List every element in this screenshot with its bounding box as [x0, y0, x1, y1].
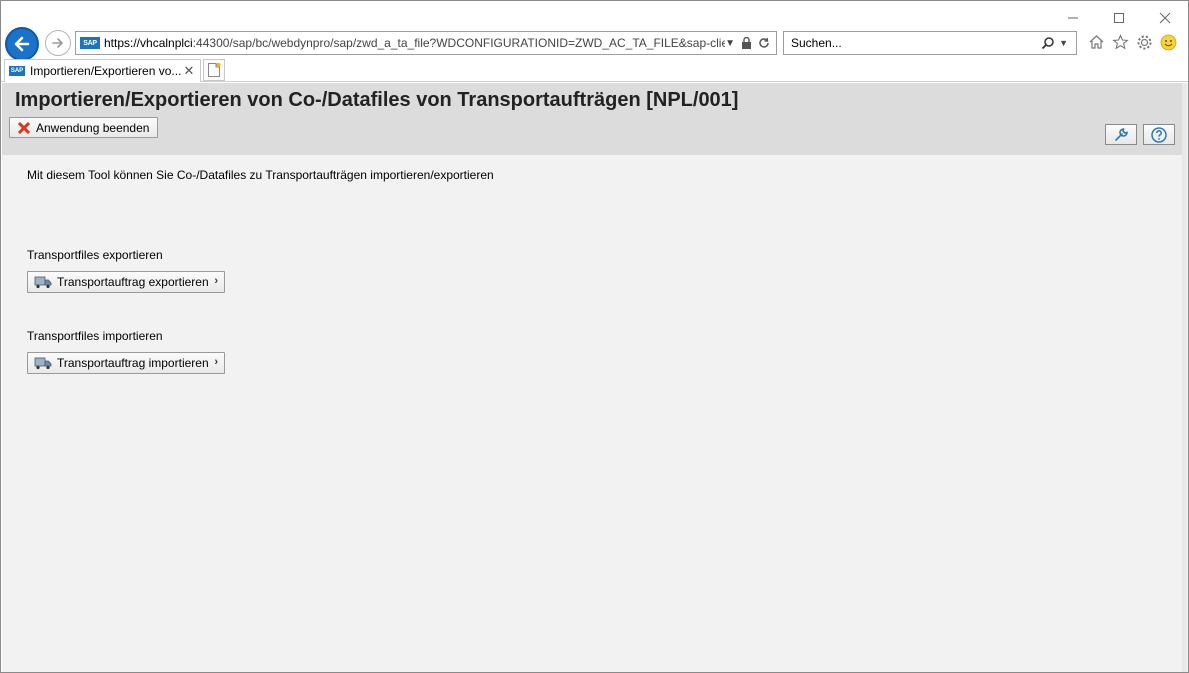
address-tools: ▼: [725, 37, 776, 49]
tab-strip: SAP Importieren/Exportieren vo... ✕: [1, 58, 1188, 82]
address-bar[interactable]: SAP https://vhcalnplci:44300/sap/bc/webd…: [75, 31, 777, 55]
maximize-icon: [1114, 13, 1124, 23]
intro-text: Mit diesem Tool können Sie Co-/Datafiles…: [27, 168, 494, 182]
browser-toolbar-icons: [1087, 33, 1177, 51]
export-button-label: Transportauftrag exportieren: [57, 275, 209, 289]
navigation-bar: SAP https://vhcalnplci:44300/sap/bc/webd…: [1, 25, 1188, 61]
favorites-star-icon[interactable]: [1111, 33, 1129, 51]
address-url[interactable]: https://vhcalnplci:44300/sap/bc/webdynpr…: [104, 36, 725, 50]
smiley-icon[interactable]: [1159, 33, 1177, 51]
new-tab-button[interactable]: [203, 59, 225, 81]
app-header: Importieren/Exportieren von Co-/Datafile…: [2, 83, 1183, 155]
search-tools: ▼: [1041, 36, 1076, 50]
help-icon: [1151, 126, 1167, 143]
export-transport-button[interactable]: Transportauftrag exportieren ›: [27, 271, 225, 293]
search-dropdown-icon[interactable]: ▼: [1059, 38, 1068, 48]
scrollbar-track[interactable]: [1182, 83, 1187, 672]
refresh-icon[interactable]: [758, 37, 770, 49]
exit-button-label: Anwendung beenden: [36, 120, 150, 135]
export-section-label: Transportfiles exportieren: [27, 248, 163, 262]
back-button[interactable]: [5, 27, 39, 61]
page-content: Importieren/Exportieren von Co-/Datafile…: [2, 83, 1188, 672]
search-bar: ▼: [783, 31, 1077, 55]
tab-close-icon[interactable]: ✕: [182, 63, 196, 79]
forward-button[interactable]: [45, 30, 71, 56]
close-red-icon: [17, 121, 31, 134]
import-button-label: Transportauftrag importieren: [57, 356, 209, 370]
url-path: :44300/sap/bc/webdynpro/sap/zwd_a_ta_fil…: [192, 36, 726, 50]
sap-site-icon: SAP: [80, 37, 100, 49]
truck-icon: [34, 357, 52, 370]
truck-icon: [34, 276, 52, 289]
personalization-button[interactable]: [1105, 124, 1137, 145]
lock-icon[interactable]: [741, 37, 752, 49]
import-transport-button[interactable]: Transportauftrag importieren ›: [27, 352, 225, 374]
search-input[interactable]: [791, 36, 1042, 50]
sap-tab-icon: SAP: [9, 66, 25, 76]
tab-label: Importieren/Exportieren vo...: [30, 64, 182, 78]
gear-icon[interactable]: [1135, 33, 1153, 51]
page-title: Importieren/Exportieren von Co-/Datafile…: [15, 89, 739, 111]
back-arrow-icon: [14, 36, 30, 52]
wrench-icon: [1115, 127, 1128, 141]
help-button[interactable]: [1143, 124, 1175, 145]
chevron-right-icon: ›: [214, 356, 218, 368]
new-tab-icon: [208, 63, 221, 77]
url-host: https://vhcalnplci: [104, 36, 193, 50]
forward-arrow-icon: [52, 38, 63, 48]
chevron-right-icon: ›: [214, 275, 218, 287]
browser-tab-active[interactable]: SAP Importieren/Exportieren vo... ✕: [4, 59, 201, 82]
dropdown-arrow-icon[interactable]: ▼: [725, 38, 735, 49]
exit-application-button[interactable]: Anwendung beenden: [9, 117, 158, 138]
home-icon[interactable]: [1087, 33, 1105, 51]
minimize-icon: [1068, 17, 1078, 19]
close-icon: [1159, 12, 1171, 24]
import-section-label: Transportfiles importieren: [27, 329, 163, 343]
search-icon[interactable]: [1041, 36, 1055, 50]
browser-window: SAP https://vhcalnplci:44300/sap/bc/webd…: [0, 0, 1189, 673]
